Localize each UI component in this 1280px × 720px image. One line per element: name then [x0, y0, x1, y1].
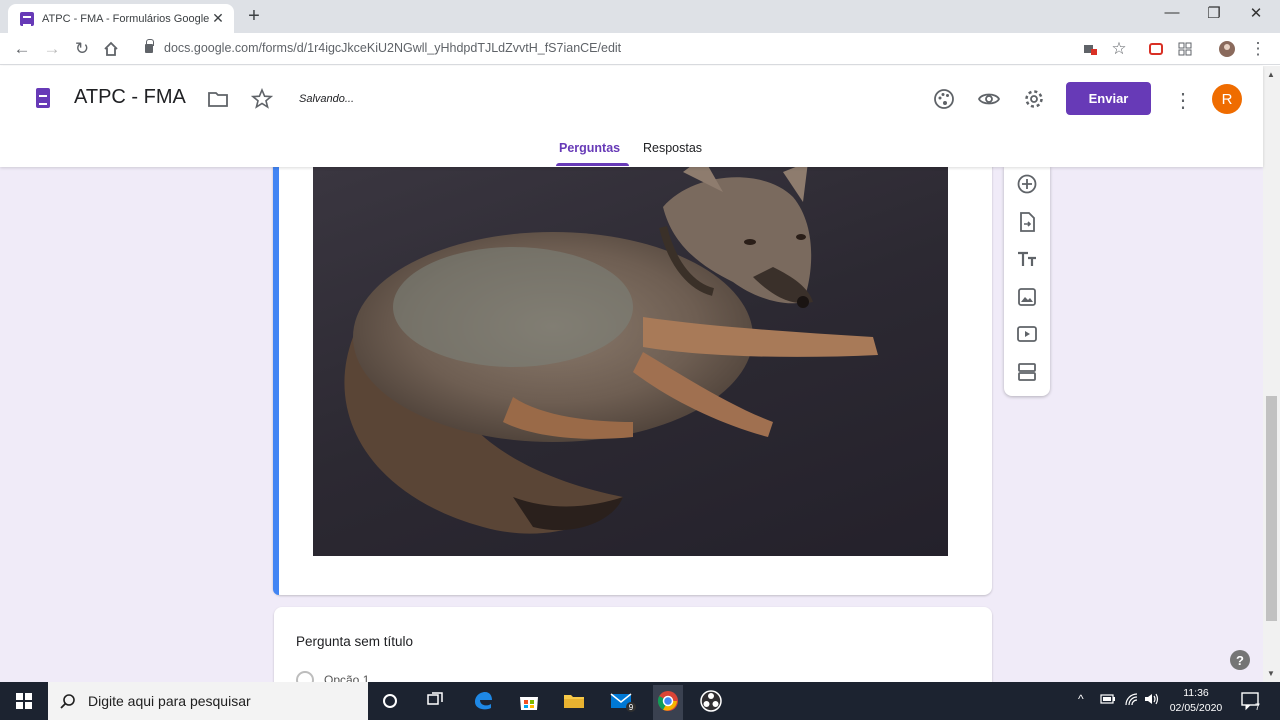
taskbar-search-placeholder: Digite aqui para pesquisar — [88, 693, 251, 709]
lock-icon — [145, 39, 154, 53]
active-tab-indicator — [556, 163, 629, 166]
notifications-icon[interactable]: 7 — [1240, 690, 1262, 715]
browser-menu-icon[interactable]: ⋮ — [1247, 38, 1269, 60]
forms-header: ATPC - FMA Salvando... Enviar ⋮ R Pergun… — [0, 66, 1263, 167]
tray-overflow-icon[interactable]: ^ — [1078, 692, 1084, 706]
search-icon — [60, 694, 75, 709]
forms-favicon-icon — [20, 11, 34, 26]
cortana-icon[interactable] — [378, 689, 402, 713]
back-button[interactable]: ← — [11, 38, 33, 60]
scroll-up-icon[interactable]: ▲ — [1267, 70, 1275, 79]
bookmark-star-icon[interactable]: ☆ — [1108, 38, 1130, 60]
browser-toolbar: ← → ↻ docs.google.com/forms/d/1r4igcJkce… — [0, 33, 1280, 65]
forms-logo-icon[interactable] — [36, 88, 50, 108]
avatar[interactable]: R — [1212, 84, 1242, 114]
palette-icon[interactable] — [933, 88, 955, 110]
volume-icon[interactable] — [1144, 692, 1160, 709]
browser-tab-strip: ATPC - FMA - Formulários Google ✕ + — ❐ … — [0, 0, 1280, 33]
windows-taskbar: Digite aqui para pesquisar 9 ^ 11:36 02/… — [0, 682, 1280, 720]
help-icon[interactable]: ? — [1230, 650, 1250, 670]
chrome-taskbar-button[interactable] — [653, 685, 683, 720]
mail-icon[interactable]: 9 — [610, 689, 636, 713]
extension-pocket-icon[interactable] — [1145, 38, 1167, 60]
scroll-down-icon[interactable]: ▼ — [1267, 669, 1275, 678]
windows-start-button[interactable] — [0, 682, 48, 720]
more-options-icon[interactable]: ⋮ — [1172, 88, 1194, 112]
send-button[interactable]: Enviar — [1066, 82, 1151, 115]
tab-respostas[interactable]: Respostas — [643, 141, 702, 155]
form-editor-area: Pergunta sem título Opção 1 ? — [0, 166, 1263, 682]
obs-studio-icon[interactable] — [699, 689, 723, 713]
extension-grid-icon[interactable] — [1174, 38, 1196, 60]
new-tab-button[interactable]: + — [244, 5, 264, 27]
preview-eye-icon[interactable] — [977, 88, 1001, 110]
folder-icon[interactable] — [207, 88, 229, 110]
floating-toolbar — [1004, 166, 1050, 396]
settings-gear-icon[interactable] — [1023, 88, 1045, 110]
browser-tab[interactable]: ATPC - FMA - Formulários Google ✕ — [8, 4, 234, 33]
save-status: Salvando... — [299, 93, 355, 105]
clock-date: 02/05/2020 — [1169, 702, 1223, 714]
close-tab-icon[interactable]: ✕ — [210, 10, 226, 27]
add-video-icon[interactable] — [1016, 323, 1038, 345]
notification-badge: 7 — [1255, 702, 1260, 712]
forward-button[interactable]: → — [41, 38, 63, 60]
add-question-icon[interactable] — [1016, 173, 1038, 195]
question-title[interactable]: Pergunta sem título — [296, 634, 413, 649]
option-label[interactable]: Opção 1 — [324, 673, 369, 682]
store-icon[interactable] — [517, 689, 541, 713]
add-image-icon[interactable] — [1016, 286, 1038, 308]
reload-button[interactable]: ↻ — [71, 38, 93, 60]
add-title-icon[interactable] — [1016, 248, 1038, 270]
home-button[interactable] — [100, 38, 122, 60]
taskbar-clock[interactable]: 11:36 02/05/2020 — [1163, 686, 1229, 716]
restore-button[interactable]: ❐ — [1199, 4, 1229, 22]
file-explorer-icon[interactable] — [562, 689, 586, 713]
radio-icon — [296, 671, 314, 682]
minimize-button[interactable]: — — [1157, 4, 1187, 21]
fox-image[interactable] — [313, 167, 948, 556]
clock-time: 11:36 — [1183, 687, 1209, 699]
battery-icon[interactable] — [1100, 692, 1116, 709]
tab-perguntas[interactable]: Perguntas — [559, 141, 620, 155]
close-window-button[interactable]: ✕ — [1241, 4, 1271, 22]
browser-tab-title: ATPC - FMA - Formulários Google — [42, 12, 210, 25]
task-view-icon[interactable] — [423, 689, 447, 713]
form-title[interactable]: ATPC - FMA — [74, 86, 186, 109]
star-icon[interactable] — [250, 87, 274, 110]
address-bar[interactable]: docs.google.com/forms/d/1r4igcJkceKiU2NG… — [164, 41, 621, 55]
import-questions-icon[interactable] — [1016, 211, 1038, 233]
add-section-icon[interactable] — [1016, 361, 1038, 383]
camera-blocked-icon[interactable] — [1079, 38, 1101, 60]
wifi-icon[interactable] — [1124, 692, 1140, 709]
page-scrollbar[interactable]: ▲ ▼ — [1263, 66, 1280, 682]
profile-icon[interactable] — [1216, 38, 1238, 60]
selected-card-indicator — [273, 166, 279, 595]
taskbar-search-box[interactable]: Digite aqui para pesquisar — [48, 682, 368, 720]
scrollbar-thumb[interactable] — [1266, 396, 1277, 621]
question-card[interactable]: Pergunta sem título Opção 1 — [274, 607, 992, 682]
option-row: Opção 1 — [296, 671, 369, 682]
edge-browser-icon[interactable] — [471, 689, 495, 713]
mail-badge: 9 — [629, 703, 634, 712]
